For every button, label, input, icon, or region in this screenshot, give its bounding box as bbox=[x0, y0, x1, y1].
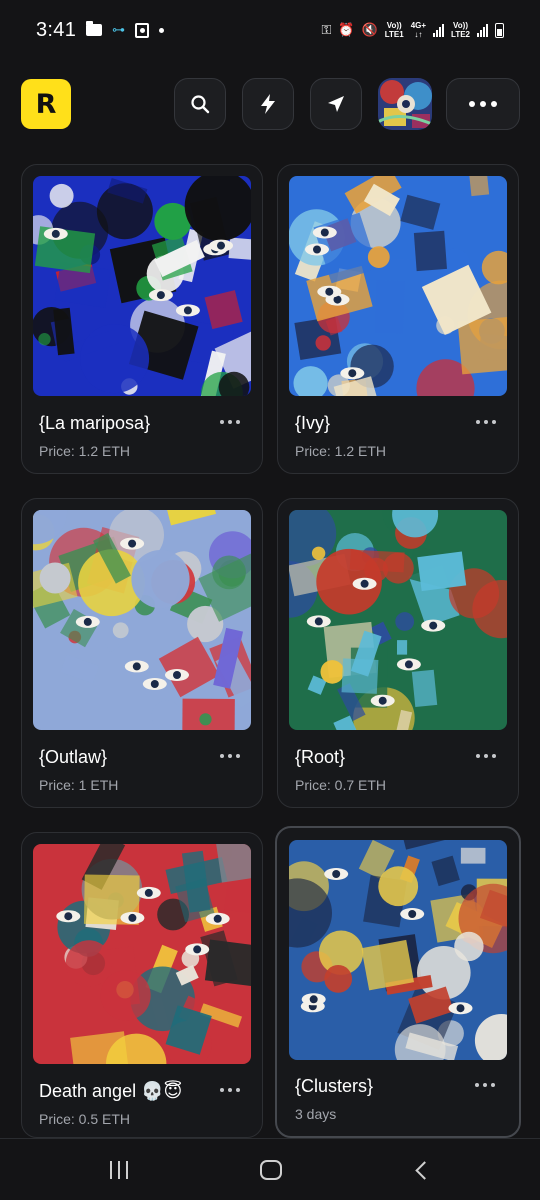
network-lte1-bottom: LTE1 bbox=[384, 30, 404, 39]
nft-title: {Clusters} bbox=[295, 1076, 374, 1096]
nft-price: Price: 1.2 ETH bbox=[295, 443, 387, 459]
app-notification-icon bbox=[135, 22, 150, 38]
back-button[interactable] bbox=[415, 1161, 434, 1180]
card-more-icon[interactable] bbox=[220, 1088, 240, 1092]
key-icon: ⚿ bbox=[321, 22, 332, 37]
recents-icon bbox=[126, 1161, 128, 1179]
network-lte1-top: Vo)) bbox=[386, 21, 402, 30]
nft-title: {La mariposa} bbox=[39, 413, 151, 433]
nft-price: Price: 0.7 ETH bbox=[295, 777, 387, 793]
data-arrows-icon: ↓↑ bbox=[414, 30, 423, 39]
nft-artwork[interactable] bbox=[33, 844, 251, 1064]
nft-card[interactable]: {Clusters} 3 days bbox=[275, 826, 521, 1138]
status-bar: 3:41 ⊶ ⚿ ⏰ 🔇 Vo)) LTE1 4G+ ↓↑ Vo)) LTE2 bbox=[0, 0, 540, 60]
paper-plane-icon bbox=[328, 96, 344, 112]
artwork-painting bbox=[289, 176, 507, 396]
mute-icon: 🔇 bbox=[361, 22, 378, 37]
nft-auction-time: 3 days bbox=[295, 1106, 337, 1122]
nft-title: {Ivy} bbox=[295, 413, 331, 433]
more-dot-icon bbox=[469, 101, 475, 107]
avatar bbox=[378, 78, 432, 130]
status-left: 3:41 ⊶ bbox=[36, 18, 165, 42]
nft-artwork[interactable] bbox=[289, 510, 507, 730]
nft-artwork[interactable] bbox=[33, 176, 251, 396]
nft-artwork[interactable] bbox=[289, 176, 507, 396]
nft-price: Price: 1.2 ETH bbox=[39, 443, 131, 459]
artwork-painting bbox=[289, 840, 507, 1060]
nft-card[interactable]: {Root} Price: 0.7 ETH bbox=[277, 498, 519, 808]
status-right: ⚿ ⏰ 🔇 Vo)) LTE1 4G+ ↓↑ Vo)) LTE2 bbox=[321, 21, 504, 39]
alarm-icon: ⏰ bbox=[338, 22, 355, 37]
app-bar: R bbox=[0, 78, 540, 132]
artwork-painting bbox=[289, 510, 507, 730]
nft-card[interactable]: {La mariposa} Price: 1.2 ETH bbox=[21, 164, 263, 474]
search-icon bbox=[191, 95, 210, 114]
card-more-icon[interactable] bbox=[476, 420, 496, 424]
network-lte2-bottom: LTE2 bbox=[451, 30, 470, 39]
card-more-icon[interactable] bbox=[220, 420, 240, 424]
search-button[interactable] bbox=[174, 78, 226, 130]
recents-icon bbox=[110, 1161, 112, 1179]
more-menu-button[interactable] bbox=[446, 78, 520, 130]
network-lte2-top: Vo)) bbox=[453, 21, 468, 30]
nft-title: Death angel 💀😇 bbox=[39, 1081, 183, 1101]
lightning-bolt-icon bbox=[261, 94, 275, 114]
nft-card[interactable]: {Ivy} Price: 1.2 ETH bbox=[277, 164, 519, 474]
status-time: 3:41 bbox=[36, 18, 77, 41]
card-more-icon[interactable] bbox=[220, 754, 240, 758]
network-4g: 4G+ ↓↑ bbox=[411, 21, 426, 39]
card-more-icon[interactable] bbox=[476, 754, 496, 758]
system-nav-bar bbox=[0, 1138, 540, 1200]
profile-avatar-button[interactable] bbox=[378, 78, 432, 130]
recents-button[interactable] bbox=[110, 1161, 128, 1179]
nft-card[interactable]: {Outlaw} Price: 1 ETH bbox=[21, 498, 263, 808]
signal-bars-icon bbox=[433, 23, 445, 37]
more-dot-icon bbox=[491, 101, 497, 107]
nft-artwork[interactable] bbox=[289, 840, 507, 1060]
artwork-painting bbox=[33, 844, 251, 1064]
battery-icon bbox=[495, 22, 504, 38]
network-lte1: Vo)) LTE1 bbox=[385, 21, 404, 39]
network-4g-label: 4G+ bbox=[410, 21, 427, 30]
more-dot-icon bbox=[480, 101, 486, 107]
nft-price: Price: 0.5 ETH bbox=[39, 1111, 131, 1127]
activity-button[interactable] bbox=[242, 78, 294, 130]
nft-artwork[interactable] bbox=[33, 510, 251, 730]
home-button[interactable] bbox=[260, 1160, 282, 1180]
more-notifications-dot-icon bbox=[159, 27, 165, 33]
nft-price: Price: 1 ETH bbox=[39, 777, 119, 793]
nft-title: {Root} bbox=[295, 747, 346, 767]
send-button[interactable] bbox=[310, 78, 362, 130]
artwork-painting bbox=[33, 176, 251, 396]
nft-title: {Outlaw} bbox=[39, 747, 108, 767]
rarible-logo[interactable]: R bbox=[21, 79, 71, 129]
network-lte2: Vo)) LTE2 bbox=[451, 21, 470, 39]
artwork-painting bbox=[33, 510, 251, 730]
vpn-key-icon: ⊶ bbox=[112, 22, 126, 37]
recents-icon bbox=[118, 1161, 120, 1179]
card-more-icon[interactable] bbox=[475, 1083, 495, 1087]
nft-card[interactable]: Death angel 💀😇 Price: 0.5 ETH bbox=[21, 832, 263, 1138]
folder-icon bbox=[86, 21, 103, 36]
signal-bars-2-icon bbox=[477, 23, 488, 37]
